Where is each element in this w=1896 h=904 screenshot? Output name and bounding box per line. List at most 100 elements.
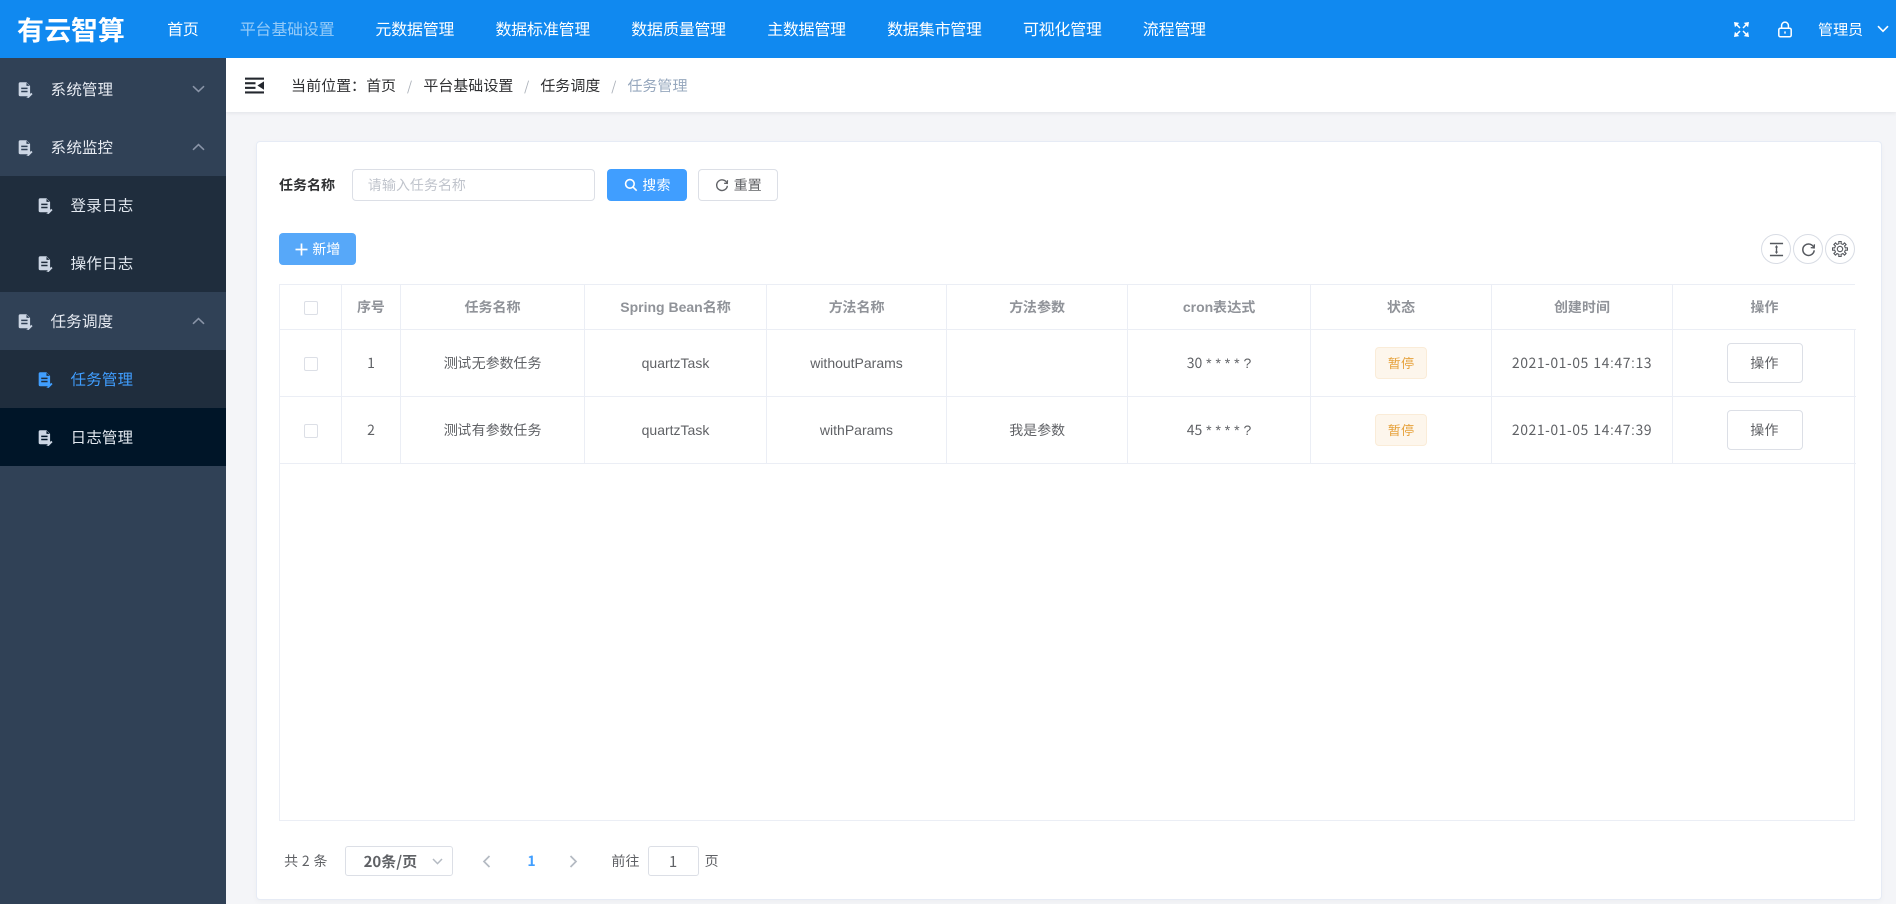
next-page-button[interactable] (562, 846, 586, 876)
add-button[interactable]: 新增 (279, 233, 356, 265)
select-row-checkbox[interactable] (303, 424, 318, 439)
lock-icon[interactable] (1776, 20, 1794, 39)
sidebar-item-0[interactable]: 系统管理 (0, 60, 226, 118)
topnav-item-3[interactable]: 数据标准管理 (475, 0, 611, 58)
table-row: 2 测试有参数任务 quartzTask withParams 我是参数 45 * * *… (280, 397, 1856, 464)
pagination: 共 2 条 20条/页 1 前往 页 (283, 846, 719, 876)
sidebar-item-label: 操作日志 (70, 252, 134, 274)
topnav-item-0[interactable]: 首页 (147, 0, 220, 58)
sidebar-item-label: 系统管理 (50, 78, 114, 100)
reset-button[interactable]: 重置 (698, 169, 778, 201)
sidebar-item-4[interactable]: 任务调度 (0, 292, 226, 350)
document-edit-icon (37, 197, 53, 214)
sidebar-item-label: 日志管理 (70, 426, 134, 448)
table-header-cell: 方法名称 (767, 285, 947, 330)
table-cell-cron: 30 * * * * ? (1128, 330, 1311, 397)
table-header-cell: 状态 (1311, 285, 1492, 330)
table-cell-action: 操作 (1673, 397, 1856, 464)
topbar: 有云智算 首页 平台基础设置 元数据管理 数据标准管理 数据质量管理 主数据管理… (0, 0, 1896, 58)
page-size-select[interactable]: 20条/页 (344, 846, 453, 876)
row-action-button[interactable]: 操作 (1726, 343, 1803, 383)
topnav-item-5[interactable]: 主数据管理 (747, 0, 867, 58)
document-edit-icon (17, 139, 33, 156)
chevron-up-icon (192, 143, 205, 151)
sidebar-collapse-icon[interactable] (245, 77, 264, 94)
table-header: 序号 任务名称 Spring Bean名称 方法名称 方法参数 cron表达式 状态 创建时间… (280, 285, 1856, 330)
table-cell-cron: 45 * * * * ? (1128, 397, 1311, 464)
table-header-select (280, 285, 342, 330)
chevron-right-icon (569, 854, 578, 868)
table-cell-create-time: 2021-01-05 14:47:39 (1492, 397, 1673, 464)
column-settings-button[interactable] (1825, 234, 1855, 264)
table-cell-action: 操作 (1673, 330, 1856, 397)
toggle-search-button[interactable] (1761, 234, 1791, 264)
table-row: 1 测试无参数任务 quartzTask withoutParams 30 * * * … (280, 330, 1856, 397)
document-edit-icon (37, 371, 53, 388)
breadcrumb-separator: / (524, 75, 530, 95)
pagination-total: 共 2 条 (284, 851, 328, 871)
breadcrumb: 当前位置： 首页 / 平台基础设置 / 任务调度 / 任务管理 (291, 75, 687, 96)
topnav-item-7[interactable]: 可视化管理 (1002, 0, 1122, 58)
top-navigation: 首页 平台基础设置 元数据管理 数据标准管理 数据质量管理 主数据管理 数据集市… (147, 0, 1227, 58)
sidebar: 系统管理 系统监控 登录日志 操作日志 任务调度 任务管理 日志管理 (0, 58, 226, 904)
refresh-icon (1801, 242, 1815, 256)
select-row-checkbox[interactable] (303, 357, 318, 372)
table-toolbar: 新增 (279, 233, 1855, 265)
page-number-1[interactable]: 1 (517, 851, 547, 871)
table-cell-method-params (947, 330, 1128, 397)
table-cell-create-time: 2021-01-05 14:47:13 (1492, 330, 1673, 397)
chevron-down-icon (192, 85, 205, 93)
breadcrumb-item-1[interactable]: 平台基础设置 (423, 75, 513, 96)
sidebar-item-label: 登录日志 (70, 194, 134, 216)
table-cell-select (280, 330, 342, 397)
fullscreen-icon[interactable] (1733, 21, 1750, 38)
plus-icon (295, 243, 307, 255)
jobs-table: 序号 任务名称 Spring Bean名称 方法名称 方法参数 cron表达式 状态 创建时间… (279, 284, 1856, 821)
topnav-item-4[interactable]: 数据质量管理 (611, 0, 747, 58)
goto-label: 前往 (611, 851, 640, 871)
select-all-checkbox[interactable] (303, 301, 318, 316)
job-name-input[interactable] (352, 169, 595, 201)
topnav-item-8[interactable]: 流程管理 (1122, 0, 1226, 58)
row-action-button[interactable]: 操作 (1726, 410, 1803, 450)
sidebar-item-5[interactable]: 任务管理 (0, 350, 226, 408)
table-header-cell: 创建时间 (1492, 285, 1673, 330)
document-edit-icon (17, 81, 33, 98)
search-button[interactable]: 搜索 (607, 169, 687, 201)
table-cell-method-name: withoutParams (767, 330, 947, 397)
breadcrumb-item-2[interactable]: 任务调度 (540, 75, 600, 96)
table-cell-status: 暂停 (1311, 397, 1492, 464)
goto-unit: 页 (704, 851, 719, 871)
table-header-cell: 方法参数 (947, 285, 1128, 330)
table-cell-job-name: 测试无参数任务 (401, 330, 585, 397)
chevron-left-icon (482, 854, 491, 868)
topbar-right: 管理员 (1733, 0, 1896, 58)
status-badge: 暂停 (1374, 347, 1427, 379)
sidebar-item-2[interactable]: 登录日志 (0, 176, 226, 234)
prev-page-button[interactable] (475, 846, 499, 876)
topnav-item-2[interactable]: 元数据管理 (355, 0, 475, 58)
app-logo: 有云智算 (17, 9, 125, 48)
sidebar-item-6[interactable]: 日志管理 (0, 408, 226, 466)
table-cell-seq: 2 (342, 397, 401, 464)
sidebar-item-label: 任务管理 (70, 368, 134, 390)
sidebar-item-3[interactable]: 操作日志 (0, 234, 226, 292)
chevron-down-icon[interactable] (1877, 25, 1889, 33)
table-header-cell: 操作 (1673, 285, 1856, 330)
table-cell-method-params: 我是参数 (947, 397, 1128, 464)
user-menu[interactable]: 管理员 (1818, 19, 1863, 40)
content-card: 任务名称 搜索 重置 新增 (256, 141, 1882, 900)
table-cell-bean-name: quartzTask (585, 330, 767, 397)
refresh-button[interactable] (1793, 234, 1823, 264)
sidebar-item-1[interactable]: 系统监控 (0, 118, 226, 176)
status-badge: 暂停 (1374, 414, 1427, 446)
topnav-item-1[interactable]: 平台基础设置 (219, 0, 355, 58)
table-cell-bean-name: quartzTask (585, 397, 767, 464)
goto-page-input[interactable] (647, 846, 699, 876)
table-cell-method-name: withParams (767, 397, 947, 464)
table-header-cell: cron表达式 (1128, 285, 1311, 330)
breadcrumb-separator: / (407, 75, 413, 95)
topnav-item-6[interactable]: 数据集市管理 (867, 0, 1003, 58)
breadcrumb-item-0[interactable]: 首页 (366, 75, 396, 96)
document-edit-icon (37, 429, 53, 446)
